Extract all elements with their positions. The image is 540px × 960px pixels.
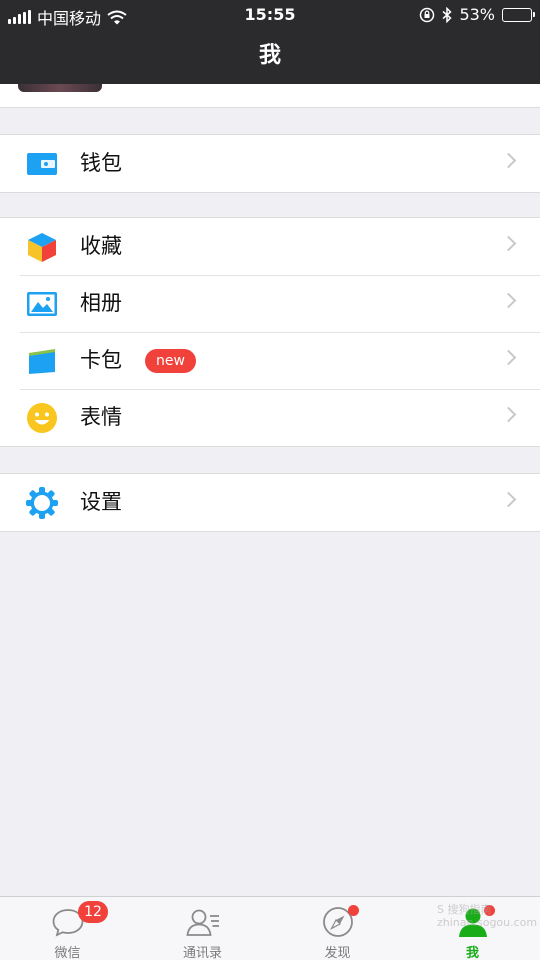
menu-item-stickers[interactable]: 表情 [0, 389, 540, 446]
menu-item-favorites[interactable]: 收藏 [0, 218, 540, 275]
status-bar: 中国移动 15:55 53% [0, 0, 540, 28]
tab-label: 我 [465, 946, 479, 960]
chevron-right-icon [500, 406, 517, 423]
menu-item-label: 收藏 [80, 234, 122, 258]
tab-discover[interactable]: 发现 [270, 897, 405, 960]
media-group: 收藏 相册 卡包 new 表情 [0, 217, 540, 447]
menu-item-label: 相册 [80, 291, 122, 315]
picture-icon [27, 292, 57, 316]
unread-count-badge: 12 [78, 901, 108, 923]
tab-chats[interactable]: 12 微信 [0, 897, 135, 960]
new-badge: new [145, 349, 196, 373]
chevron-right-icon [500, 349, 517, 366]
smiley-icon [27, 403, 57, 433]
contacts-icon [185, 909, 219, 936]
watermark-line1: S 搜狗指南 [437, 903, 492, 916]
cube-icon [28, 233, 56, 262]
menu-item-cards[interactable]: 卡包 new [0, 332, 540, 389]
menu-item-label: 表情 [80, 405, 122, 429]
settings-group: 设置 [0, 473, 540, 532]
watermark-line2: zhinan.sogou.com [437, 916, 538, 929]
profile-header[interactable] [0, 84, 540, 108]
chevron-right-icon [500, 152, 517, 169]
battery-icon [502, 7, 535, 22]
tab-label: 微信 [54, 946, 81, 960]
watermark: S 搜狗指南 zhinan.sogou.com [437, 903, 537, 929]
tab-label: 发现 [324, 946, 351, 960]
chevron-right-icon [500, 491, 517, 508]
menu-item-label: 设置 [80, 490, 122, 514]
bluetooth-icon [442, 6, 453, 23]
chevron-right-icon [500, 292, 517, 309]
menu-item-album[interactable]: 相册 [0, 275, 540, 332]
rotation-lock-icon [420, 7, 435, 22]
menu-item-wallet[interactable]: 钱包 [0, 135, 540, 192]
menu-item-settings[interactable]: 设置 [0, 474, 540, 531]
gear-icon [26, 487, 58, 519]
menu-item-label: 钱包 [80, 151, 122, 175]
nav-title: 我 [0, 28, 540, 84]
tab-label: 通讯录 [182, 946, 222, 960]
chevron-right-icon [500, 235, 517, 252]
card-icon [29, 349, 55, 374]
discover-dot-badge [348, 905, 359, 916]
menu-item-label: 卡包 [80, 348, 122, 372]
tab-contacts[interactable]: 通讯录 [135, 897, 270, 960]
battery-percent: 53% [459, 5, 495, 24]
status-right: 53% [419, 5, 535, 24]
wallet-group: 钱包 [0, 134, 540, 193]
wallet-icon [27, 153, 57, 175]
avatar[interactable] [18, 84, 102, 92]
